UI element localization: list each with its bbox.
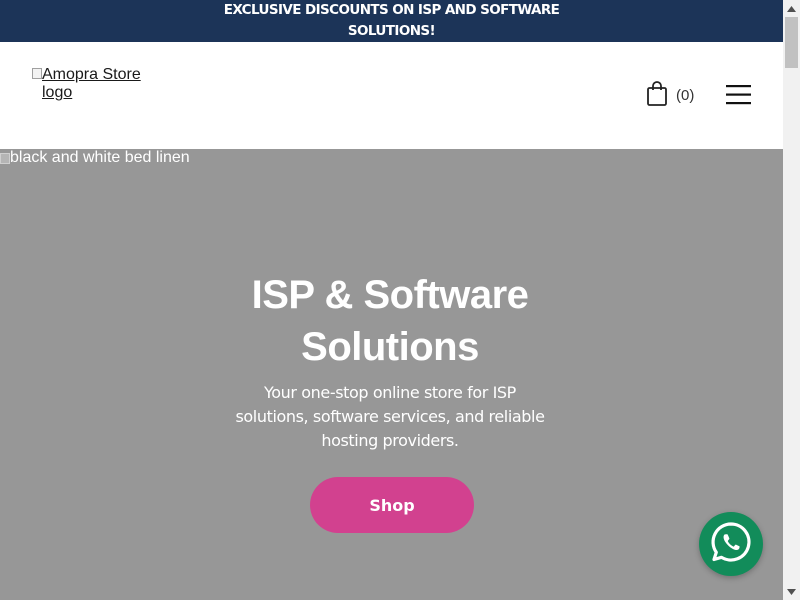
broken-image-icon (0, 152, 10, 164)
hero-subtitle: Your one-stop online store for ISP solut… (235, 383, 545, 450)
site-header: Amopra Store logo (0) (0, 42, 783, 149)
broken-image-icon (32, 68, 42, 79)
announcement-text: EXCLUSIVE DISCOUNTS ON ISP AND SOFTWARE … (223, 2, 560, 39)
hero-image: black and white bed linen (0, 149, 190, 167)
scroll-up-arrow[interactable] (783, 0, 800, 17)
hero-title: ISP & Software Solutions (251, 273, 529, 369)
shop-button[interactable]: Shop (310, 477, 474, 533)
hero-image-alt-text: black and white bed linen (10, 149, 190, 166)
cart-button[interactable]: (0) (646, 80, 695, 111)
whatsapp-icon (709, 520, 753, 569)
hamburger-menu-icon (726, 85, 752, 110)
shopping-bag-icon (646, 80, 668, 111)
page: EXCLUSIVE DISCOUNTS ON ISP AND SOFTWARE … (0, 0, 783, 600)
logo-alt-text: Amopra Store logo (42, 66, 141, 101)
hero-banner: black and white bed linen ISP & Software… (0, 149, 783, 600)
hamburger-menu-button[interactable] (726, 84, 752, 106)
scrollbar-thumb[interactable] (785, 17, 798, 68)
scroll-down-arrow[interactable] (783, 583, 800, 600)
vertical-scrollbar[interactable] (783, 0, 800, 600)
cart-count: (0) (676, 86, 695, 104)
store-logo-link[interactable]: Amopra Store logo (32, 66, 156, 102)
whatsapp-chat-button[interactable] (699, 512, 763, 576)
announcement-bar: EXCLUSIVE DISCOUNTS ON ISP AND SOFTWARE … (0, 0, 783, 42)
